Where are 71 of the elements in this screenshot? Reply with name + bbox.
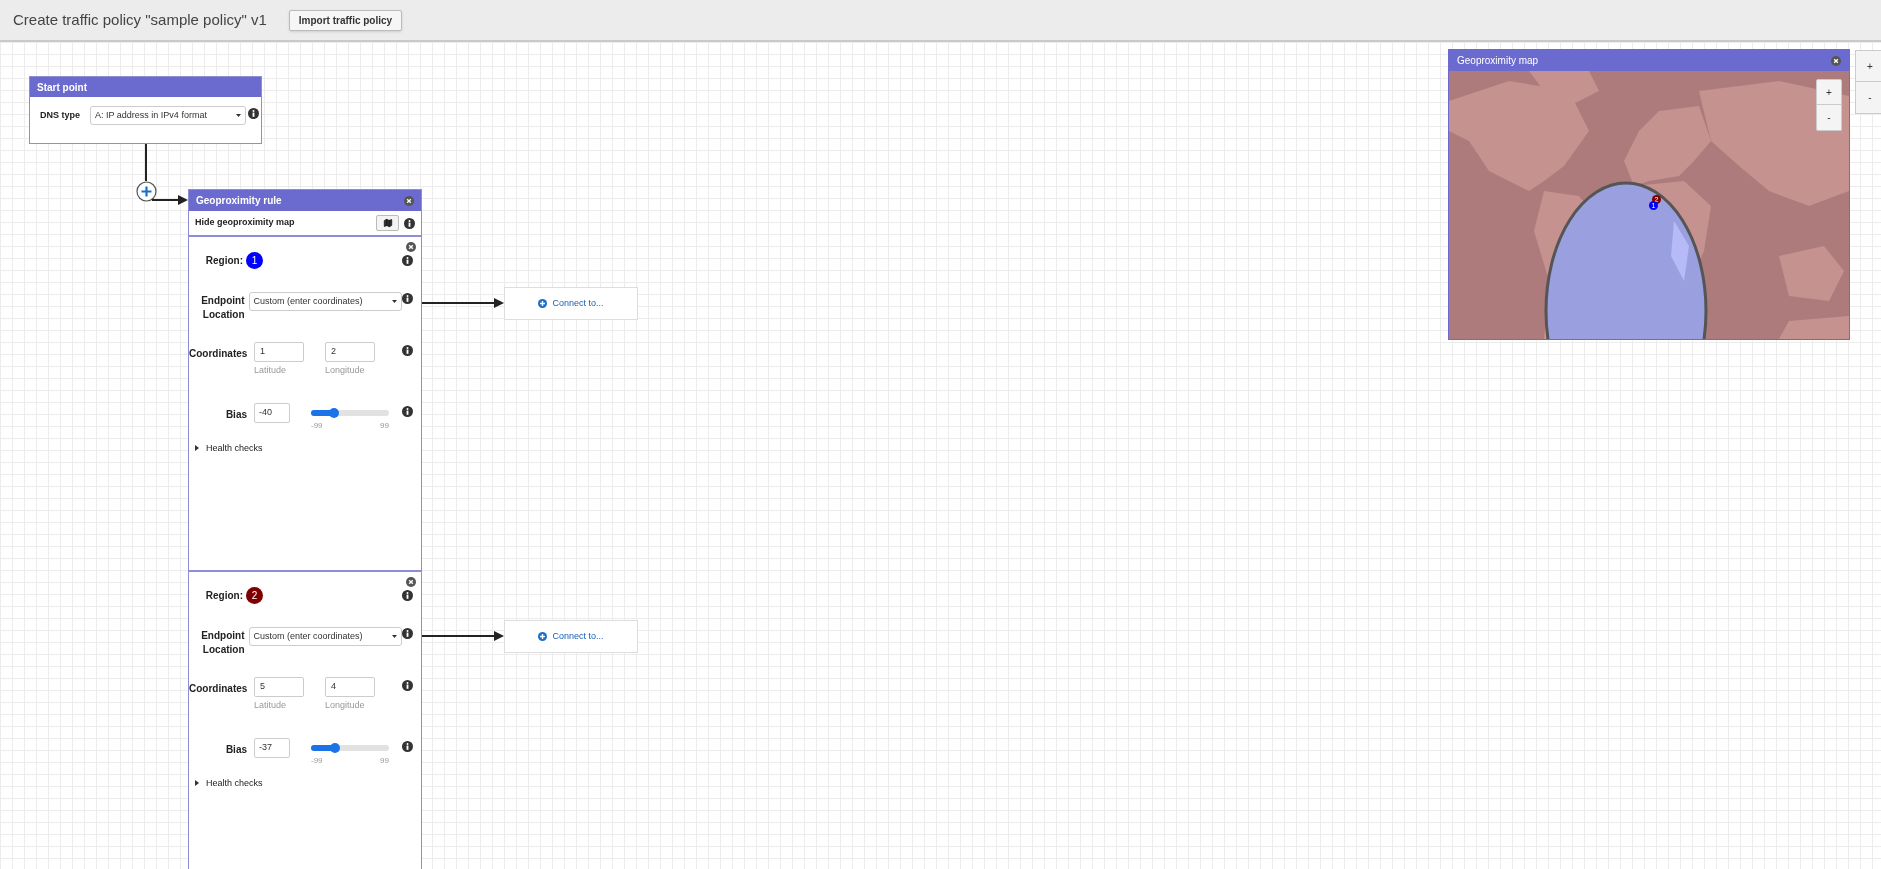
field-label: Region: — [204, 588, 243, 603]
field-hint: Longitude — [325, 699, 366, 712]
slider-min-label: -99 — [311, 754, 323, 767]
field-hint: Longitude — [325, 364, 366, 377]
info-icon[interactable] — [402, 628, 413, 639]
bias-field[interactable]: -37 — [254, 737, 290, 758]
info-icon[interactable] — [402, 405, 413, 417]
caret-right-icon — [195, 780, 200, 787]
map-toggle-button[interactable] — [376, 215, 399, 231]
latitude-field[interactable]: 5 — [254, 677, 304, 697]
field-label: Bias — [224, 407, 247, 422]
info-icon[interactable] — [402, 589, 413, 601]
latitude-field[interactable]: 1 — [254, 342, 304, 362]
connector-line — [145, 144, 147, 181]
info-icon[interactable] — [402, 293, 413, 304]
panel-title: Geoproximity map — [1457, 54, 1539, 68]
page-title: Create traffic policy "sample policy" v1 — [13, 9, 267, 30]
slider-thumb[interactable] — [329, 407, 340, 418]
region-number-badge: 1 — [246, 251, 263, 269]
map-zoom-in-button[interactable]: + — [1816, 79, 1842, 105]
field-label: Coordinates — [189, 347, 247, 361]
plus-circle-icon — [538, 632, 548, 641]
caret-icon — [236, 114, 241, 117]
field-label: Bias — [224, 742, 247, 757]
slider-max-label: 99 — [380, 419, 389, 432]
field-label: Endpoint Location — [200, 629, 245, 657]
close-icon[interactable] — [404, 195, 414, 206]
info-icon[interactable] — [404, 217, 415, 229]
caret-right-icon — [195, 445, 200, 452]
field-label: Region: — [204, 253, 243, 268]
node-title: Start point — [37, 80, 87, 95]
field-label: Coordinates — [189, 682, 247, 696]
node-title: Geoproximity rule — [196, 194, 282, 208]
slider-min-label: -99 — [311, 419, 323, 432]
longitude-field[interactable]: 2 — [325, 342, 375, 362]
import-button[interactable]: Import traffic policy — [288, 9, 403, 31]
map-toggle-label: Hide geoproximity map — [195, 216, 295, 230]
zoom-out-button[interactable]: - — [1855, 82, 1881, 114]
field-hint: Latitude — [254, 364, 288, 377]
info-icon[interactable] — [402, 740, 413, 752]
health-checks-toggle[interactable]: Health checks — [195, 441, 263, 455]
info-icon[interactable] — [402, 254, 413, 266]
region-number-badge: 2 — [246, 586, 263, 604]
connect-to-button[interactable]: Connect to... — [504, 287, 638, 320]
zoom-in-button[interactable]: + — [1855, 50, 1881, 82]
dns-type-select[interactable]: A: IP address in IPv4 format — [90, 106, 246, 125]
info-icon[interactable] — [402, 345, 413, 356]
longitude-field[interactable]: 4 — [325, 677, 375, 697]
close-icon[interactable] — [406, 242, 416, 252]
map-zoom-out-button[interactable]: - — [1816, 105, 1842, 131]
close-icon[interactable] — [406, 577, 416, 587]
slider-max-label: 99 — [380, 754, 389, 767]
field-label: Endpoint Location — [200, 294, 245, 322]
field-hint: Latitude — [254, 699, 288, 712]
map-icon — [382, 218, 393, 228]
connector-arrow — [152, 195, 188, 205]
caret-icon — [392, 300, 397, 303]
slider-track[interactable] — [311, 744, 389, 751]
endpoint-select[interactable]: Custom (enter coordinates) — [248, 627, 402, 646]
health-checks-toggle[interactable]: Health checks — [195, 776, 263, 790]
slider-track[interactable] — [311, 409, 389, 416]
field-label: DNS type — [39, 108, 80, 122]
endpoint-select[interactable]: Custom (enter coordinates) — [248, 292, 402, 311]
info-icon[interactable] — [248, 108, 259, 119]
plus-circle-icon — [538, 299, 548, 308]
bias-field[interactable]: -40 — [254, 402, 290, 423]
slider-thumb[interactable] — [330, 742, 341, 753]
close-icon[interactable] — [1831, 55, 1841, 66]
info-icon[interactable] — [402, 680, 413, 691]
connect-to-button[interactable]: Connect to... — [504, 620, 638, 653]
caret-icon — [392, 635, 397, 638]
